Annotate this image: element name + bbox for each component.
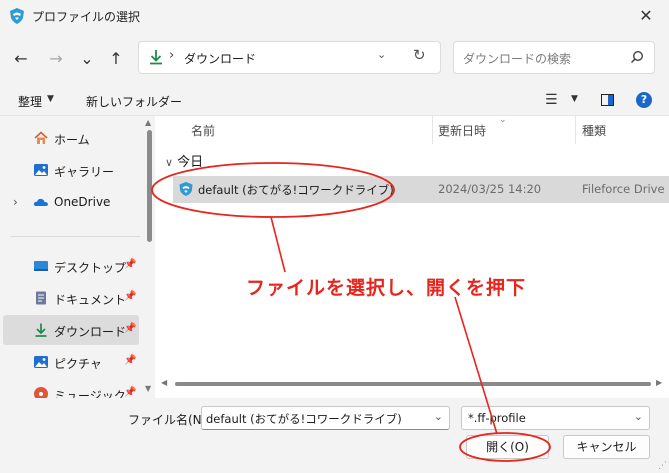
sidebar-item-label: ピクチャ <box>54 357 102 371</box>
gallery-icon <box>34 164 48 176</box>
caret-down-icon[interactable]: ▼ <box>571 94 578 104</box>
filetype-value: *.ff-profile <box>468 411 526 425</box>
pin-icon[interactable]: 📌 <box>124 323 136 334</box>
sidebar-item-documents[interactable]: ドキュメント 📌 <box>3 283 139 313</box>
sidebar-item-label: ホーム <box>54 133 90 147</box>
group-label: 今日 <box>177 155 204 170</box>
fileforce-profile-icon <box>179 182 193 196</box>
sidebar-item-label: OneDrive <box>54 195 111 209</box>
onedrive-icon <box>33 198 48 206</box>
forward-arrow-icon[interactable]: → <box>45 48 67 70</box>
organize-button[interactable]: 整理 <box>18 93 42 110</box>
search-placeholder: ダウンロードの検索 <box>463 52 572 66</box>
title-bar: プロファイルの選択 ✕ <box>0 0 669 32</box>
sidebar-item-label: ダウンロード <box>54 325 127 339</box>
scroll-left-arrow-icon[interactable]: ◀ <box>161 378 167 387</box>
desktop-icon <box>34 261 48 271</box>
music-icon <box>34 387 48 398</box>
new-folder-button[interactable]: 新しいフォルダー <box>86 93 182 110</box>
column-header-name[interactable]: 名前 <box>191 122 215 139</box>
sidebar-item-downloads[interactable]: ダウンロード 📌 <box>3 315 139 345</box>
filename-label: ファイル名(N): <box>128 413 211 427</box>
help-icon[interactable]: ? <box>636 92 652 108</box>
sidebar-item-label: デスクトップ <box>54 261 127 275</box>
close-icon[interactable]: ✕ <box>635 5 657 27</box>
sidebar-item-label: ギャラリー <box>54 165 115 179</box>
up-arrow-icon[interactable]: ↑ <box>105 48 127 70</box>
search-input[interactable]: ダウンロードの検索 <box>453 41 655 74</box>
group-header-today[interactable]: ∨ 今日 <box>165 151 203 170</box>
filename-field[interactable]: default (おてがる!コワークドライブ) ⌄ <box>201 406 450 430</box>
pin-icon[interactable]: 📌 <box>124 387 136 398</box>
back-arrow-icon[interactable]: ← <box>10 48 32 70</box>
sidebar-item-home[interactable]: ホーム <box>3 123 139 153</box>
scroll-up-arrow-icon[interactable]: ▲ <box>145 118 151 127</box>
navigation-pane: ホーム ギャラリー › OneDrive デスクトップ 📌 ドキュメント 📌 ダ… <box>0 116 155 398</box>
download-icon <box>35 323 47 337</box>
chevron-down-icon[interactable]: ⌄ <box>377 48 386 61</box>
file-list: ⌄ 名前 更新日時 種類 ∨ 今日 default (おてがる!コワークドライブ)… <box>155 116 669 398</box>
breadcrumb-separator-icon: › <box>169 48 175 63</box>
search-icon[interactable] <box>630 50 644 64</box>
scrollbar-thumb[interactable] <box>147 130 152 242</box>
caret-down-icon[interactable]: ▼ <box>47 94 54 104</box>
column-header-type[interactable]: 種類 <box>582 122 606 139</box>
column-header-date[interactable]: 更新日時 <box>438 122 486 139</box>
sidebar-divider <box>10 236 140 237</box>
annotation-instruction: ファイルを選択し、開くを押下 <box>246 277 527 299</box>
table-row[interactable]: default (おてがる!コワークドライブ) 2024/03/25 14:20… <box>173 176 669 203</box>
filename-value: default (おてがる!コワークドライブ) <box>206 412 402 426</box>
chevron-down-icon[interactable]: ∨ <box>165 156 173 169</box>
documents-icon <box>36 291 46 305</box>
app-shield-icon <box>10 8 24 24</box>
view-options-icon[interactable]: ☰ <box>545 92 558 108</box>
file-name: default (おてがる!コワークドライブ) <box>198 183 394 197</box>
sidebar-item-label: ドキュメント <box>54 293 127 307</box>
resize-grip-icon[interactable]: ⋰ <box>658 461 667 471</box>
window-title: プロファイルの選択 <box>32 10 141 24</box>
filetype-select[interactable]: *.ff-profile ⌄ <box>461 406 650 430</box>
pin-icon[interactable]: 📌 <box>124 291 136 302</box>
column-divider[interactable] <box>432 116 433 144</box>
sort-caret-icon: ⌄ <box>499 116 507 125</box>
preview-pane-icon[interactable] <box>601 94 614 106</box>
sidebar-item-onedrive[interactable]: › OneDrive <box>3 187 139 217</box>
chevron-down-icon[interactable]: ⌄ <box>434 410 443 423</box>
sidebar-item-pictures[interactable]: ピクチャ 📌 <box>3 347 139 377</box>
chevron-right-icon[interactable]: › <box>13 195 18 209</box>
file-type: Fileforce Drive P <box>582 182 669 196</box>
sidebar-item-label: ミュージック <box>54 389 126 398</box>
scroll-down-arrow-icon[interactable]: ▼ <box>145 384 151 393</box>
sidebar-item-music[interactable]: ミュージック 📌 <box>3 379 139 398</box>
open-button[interactable]: 開く(O) <box>466 435 549 459</box>
chevron-down-icon[interactable]: ⌄ <box>634 410 643 423</box>
cancel-button[interactable]: キャンセル <box>563 435 650 459</box>
pin-icon[interactable]: 📌 <box>124 355 136 366</box>
pin-icon[interactable]: 📌 <box>124 259 136 270</box>
download-icon <box>150 50 162 65</box>
column-divider[interactable] <box>575 116 576 144</box>
sidebar-item-desktop[interactable]: デスクトップ 📌 <box>3 251 139 281</box>
address-bar[interactable]: › ダウンロード ⌄ ↻ <box>138 41 441 74</box>
home-icon <box>34 131 48 144</box>
scroll-right-arrow-icon[interactable]: ▶ <box>656 378 662 387</box>
pictures-icon <box>34 356 48 368</box>
navigation-bar: ← → ⌄ ↑ › ダウンロード ⌄ ↻ ダウンロードの検索 <box>0 32 669 84</box>
breadcrumb-location[interactable]: ダウンロード <box>184 50 256 67</box>
command-bar: 整理 ▼ 新しいフォルダー ☰ ▼ ? <box>0 84 669 116</box>
horizontal-scrollbar-thumb[interactable] <box>175 382 651 386</box>
dialog-footer: ファイル名(N): default (おてがる!コワークドライブ) ⌄ *.ff… <box>0 398 669 473</box>
recent-locations-chevron-icon[interactable]: ⌄ <box>76 48 98 70</box>
file-date: 2024/03/25 14:20 <box>438 182 542 196</box>
sidebar-scrollbar[interactable]: ▲ ▼ <box>144 116 155 398</box>
refresh-icon[interactable]: ↻ <box>413 46 426 64</box>
sidebar-item-gallery[interactable]: ギャラリー <box>3 155 139 185</box>
